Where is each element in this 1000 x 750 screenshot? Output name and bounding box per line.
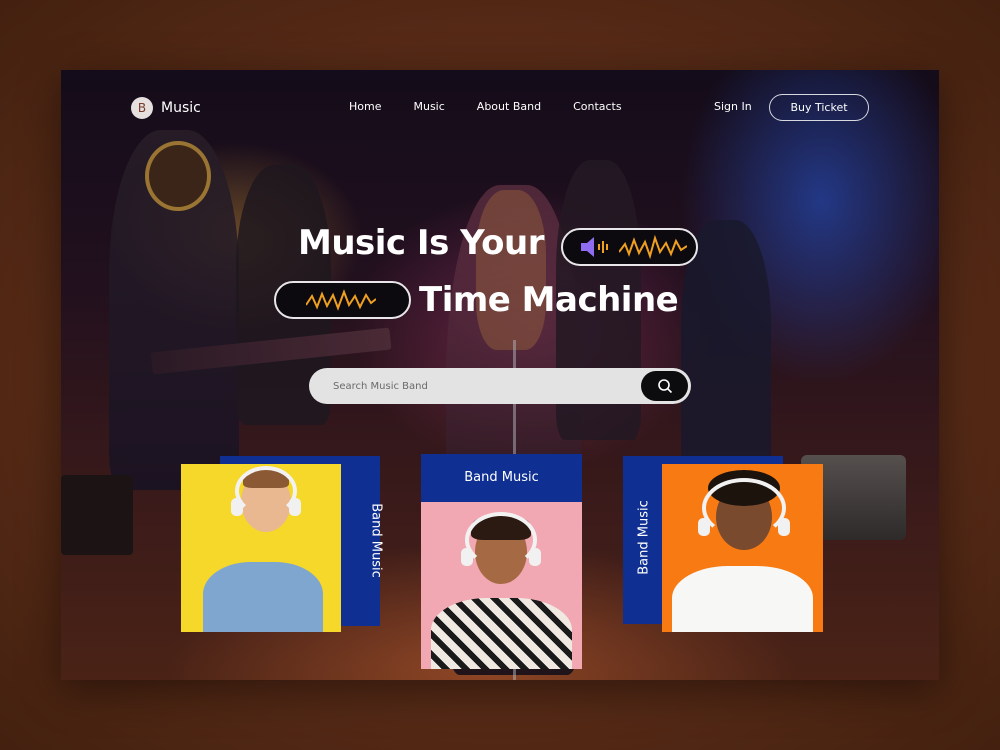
headline-line-2: Time Machine <box>419 280 679 320</box>
card-3-label: Band Music <box>636 500 652 575</box>
guitarist-silhouette <box>681 220 771 480</box>
soundwave-icon <box>306 289 376 311</box>
logo[interactable]: B Music <box>131 97 201 119</box>
card-2-photo <box>421 502 582 669</box>
headphones-icon <box>702 478 786 538</box>
headline-line-1: Music Is Your <box>298 223 544 263</box>
nav-link-about-band[interactable]: About Band <box>477 100 541 113</box>
card-3-photo <box>662 464 823 632</box>
nav-link-music[interactable]: Music <box>413 100 444 113</box>
headphone-cup <box>778 518 790 536</box>
card-1-photo <box>181 464 341 632</box>
search-bar <box>309 368 691 404</box>
amplifier <box>61 475 133 555</box>
buy-ticket-button[interactable]: Buy Ticket <box>769 94 869 121</box>
singer-hair <box>476 190 546 350</box>
nav-link-contacts[interactable]: Contacts <box>573 100 622 113</box>
nav-link-home[interactable]: Home <box>349 100 381 113</box>
headphone-cup <box>698 518 710 536</box>
card-1-label: Band Music <box>368 503 384 578</box>
logo-text: Music <box>161 100 201 116</box>
headphone-cup <box>231 498 243 516</box>
search-input[interactable] <box>333 380 633 392</box>
hero-section: B Music Home Music About Band Contacts S… <box>61 70 939 680</box>
speaker-icon <box>581 237 608 257</box>
audio-pill[interactable] <box>561 228 698 266</box>
main-menu: Home Music About Band Contacts <box>349 100 654 113</box>
band-member-head <box>149 145 207 207</box>
headphone-cup <box>461 548 473 566</box>
person-body <box>431 598 572 669</box>
headphone-cup <box>529 548 541 566</box>
person-body <box>672 566 813 632</box>
card-2-label: Band Music <box>464 470 539 485</box>
sign-in-link[interactable]: Sign In <box>714 100 752 113</box>
headphone-cup <box>289 498 301 516</box>
soundwave-pill[interactable] <box>274 281 411 319</box>
person-body <box>203 562 323 632</box>
headphones-icon <box>465 512 537 568</box>
logo-badge: B <box>131 97 153 119</box>
search-button[interactable] <box>641 371 688 401</box>
soundwave-icon <box>619 234 687 260</box>
headphones-icon <box>235 466 297 516</box>
top-nav: B Music Home Music About Band Contacts S… <box>131 94 871 122</box>
search-icon <box>657 379 672 394</box>
